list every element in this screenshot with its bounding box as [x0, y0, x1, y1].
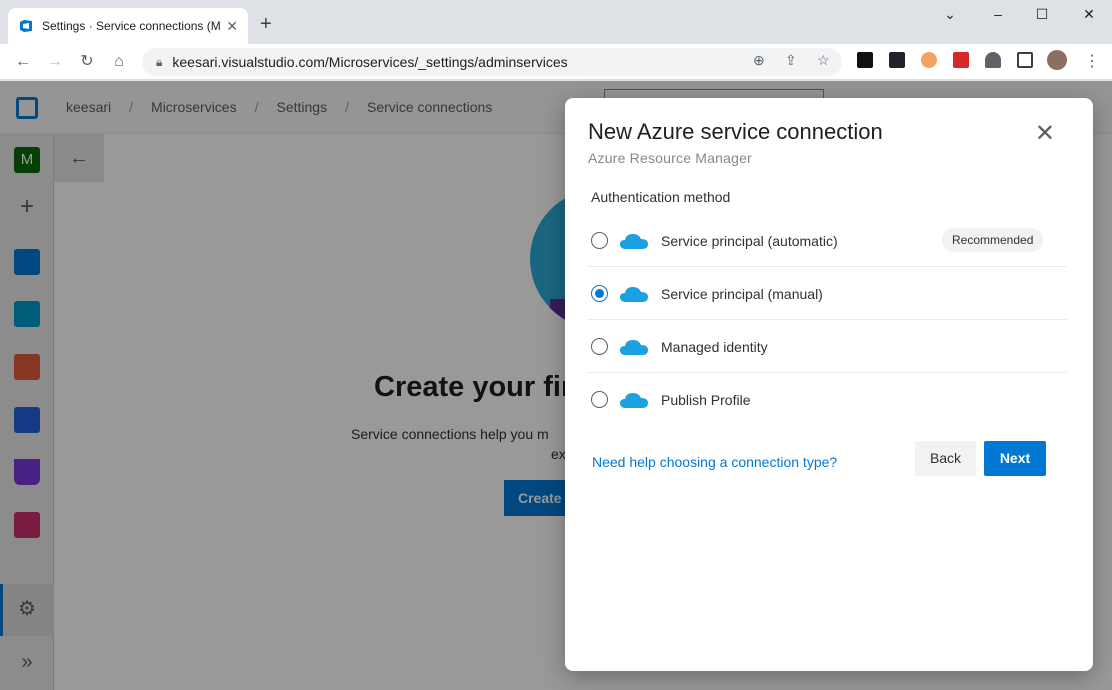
close-icon[interactable]: ✕: [1035, 122, 1055, 146]
browser-tabstrip: Settings · Service connections (M ✕ + ⌄ …: [0, 0, 1112, 44]
forward-arrow-icon[interactable]: →: [44, 52, 66, 72]
next-button[interactable]: Next: [984, 441, 1046, 476]
option-label: Service principal (automatic): [661, 233, 838, 249]
azure-devops-favicon-icon: [20, 20, 32, 32]
azure-cloud-icon: [620, 393, 648, 408]
option-label: Publish Profile: [661, 392, 751, 408]
tab-search-icon[interactable]: ⌄: [935, 6, 965, 23]
close-window-button[interactable]: ✕: [1074, 6, 1104, 23]
bookmark-star-icon[interactable]: ☆: [817, 52, 830, 69]
lock-icon[interactable]: 🔒︎: [156, 55, 162, 70]
tab-close-icon[interactable]: ✕: [226, 18, 238, 35]
azure-cloud-icon: [620, 234, 648, 249]
pdf-extension-icon[interactable]: [953, 52, 969, 68]
side-panel-icon[interactable]: [1017, 52, 1033, 68]
maximize-button[interactable]: ☐: [1027, 6, 1057, 23]
back-button[interactable]: Back: [915, 441, 976, 476]
radio-button-selected[interactable]: [591, 285, 608, 302]
option-label: Managed identity: [661, 339, 768, 355]
dialog-title: New Azure service connection: [588, 119, 883, 144]
help-link[interactable]: Need help choosing a connection type?: [592, 454, 837, 470]
azure-cloud-icon: [620, 287, 648, 302]
browser-tab[interactable]: Settings · Service connections (M ✕: [8, 8, 248, 44]
tab-title: Settings · Service connections (M: [42, 19, 221, 33]
extensions-puzzle-icon[interactable]: [985, 52, 1001, 68]
radio-button[interactable]: [591, 338, 608, 355]
radio-button[interactable]: [591, 391, 608, 408]
recommended-badge: Recommended: [942, 228, 1044, 252]
back-arrow-icon[interactable]: ←: [12, 52, 34, 72]
address-bar[interactable]: 🔒︎ keesari.visualstudio.com/Microservice…: [142, 48, 842, 76]
extension-3-icon[interactable]: [921, 52, 937, 68]
browser-toolbar: ← → ↻ ⌂ 🔒︎ keesari.visualstudio.com/Micr…: [0, 44, 1112, 80]
share-icon[interactable]: ⇪: [785, 52, 797, 69]
auth-method-label: Authentication method: [591, 189, 731, 205]
new-tab-button[interactable]: +: [260, 14, 272, 34]
url-text: keesari.visualstudio.com/Microservices/_…: [172, 54, 568, 70]
react-devtools-icon[interactable]: [889, 52, 905, 68]
extension-1-icon[interactable]: [857, 52, 873, 68]
radio-button[interactable]: [591, 232, 608, 249]
new-service-connection-dialog: New Azure service connection Azure Resou…: [565, 98, 1093, 671]
reload-icon[interactable]: ↻: [76, 52, 98, 72]
zoom-icon[interactable]: ⊕: [753, 52, 765, 69]
minimize-button[interactable]: –: [983, 6, 1013, 22]
browser-menu-icon[interactable]: ⋮: [1084, 51, 1100, 71]
option-service-principal-automatic[interactable]: Service principal (automatic) Recommende…: [587, 214, 1067, 267]
dialog-subtitle: Azure Resource Manager: [588, 150, 752, 166]
option-label: Service principal (manual): [661, 286, 823, 302]
profile-avatar[interactable]: [1047, 50, 1067, 70]
option-managed-identity[interactable]: Managed identity: [587, 320, 1067, 373]
home-icon[interactable]: ⌂: [108, 52, 130, 72]
option-service-principal-manual[interactable]: Service principal (manual): [587, 267, 1067, 320]
azure-cloud-icon: [620, 340, 648, 355]
option-publish-profile[interactable]: Publish Profile: [587, 373, 1067, 426]
